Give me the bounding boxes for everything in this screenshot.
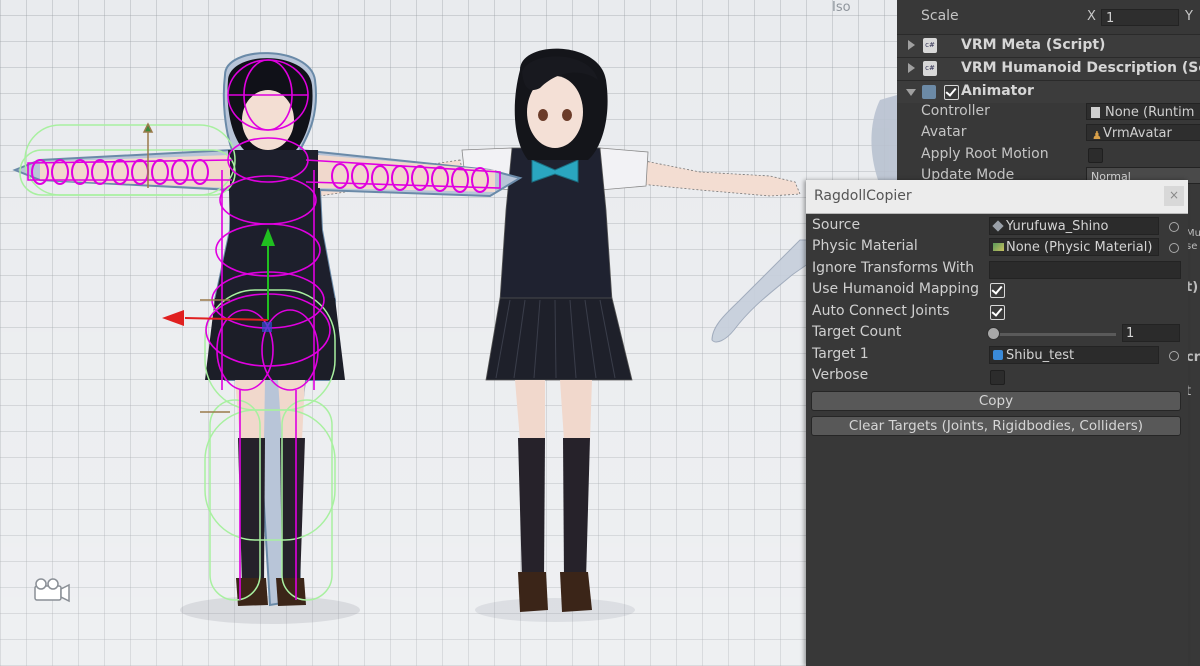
use-humanoid-mapping-label: Use Humanoid Mapping	[812, 281, 979, 297]
scene-canvas	[12, 48, 897, 624]
expand-arrow-icon[interactable]	[908, 40, 915, 50]
scale-label: Scale	[921, 8, 959, 24]
window-titlebar[interactable]: RagdollCopier ×	[806, 180, 1188, 214]
avatar-value: VrmAvatar	[1103, 126, 1172, 141]
controller-label: Controller	[921, 103, 990, 119]
animator-icon	[922, 85, 936, 99]
apply-root-motion-label: Apply Root Motion	[921, 146, 1049, 162]
close-button[interactable]: ×	[1164, 186, 1184, 206]
animator-component[interactable]: Animator	[897, 80, 1200, 103]
copy-button[interactable]: Copy	[811, 391, 1181, 411]
controller-row: Controller None (Runtim	[897, 101, 1200, 123]
script-icon: c#	[923, 38, 937, 53]
apply-root-motion-row: Apply Root Motion	[897, 144, 1200, 166]
source-label: Source	[812, 217, 861, 233]
ignore-transforms-field[interactable]	[989, 261, 1181, 279]
ignore-transforms-label: Ignore Transforms With	[812, 260, 975, 276]
ground-shadow-right	[475, 598, 635, 622]
avatar-row: Avatar ♟ VrmAvatar	[897, 122, 1200, 144]
edge-fragment: cri	[1186, 350, 1200, 365]
scale-y-label: Y	[1185, 9, 1193, 24]
object-picker-icon[interactable]	[1169, 243, 1179, 253]
collapse-arrow-icon[interactable]	[906, 89, 916, 96]
window-title: RagdollCopier	[814, 188, 912, 204]
component-title: VRM Meta (Script)	[961, 37, 1106, 53]
verbose-label: Verbose	[812, 367, 869, 383]
edge-fragment: Mu	[1186, 228, 1200, 239]
ragdoll-copier-window[interactable]: RagdollCopier × Source Yurufuwa_Shino Ph…	[806, 180, 1188, 666]
avatar-label: Avatar	[921, 124, 967, 140]
use-humanoid-mapping-checkbox[interactable]	[990, 283, 1005, 298]
avatar-icon: ♟	[1092, 129, 1102, 141]
physic-material-icon	[993, 243, 1004, 251]
physic-material-field[interactable]: None (Physic Material)	[989, 238, 1159, 256]
target-count-slider-handle[interactable]	[987, 327, 1000, 340]
component-title: Animator	[961, 83, 1034, 99]
gameobject-cube-icon	[993, 350, 1003, 360]
vrm-humanoid-description-component[interactable]: c# VRM Humanoid Description (Scri	[897, 57, 1200, 80]
scale-x-label: X	[1087, 9, 1096, 24]
avatar-field[interactable]: ♟ VrmAvatar	[1086, 124, 1200, 141]
auto-connect-joints-label: Auto Connect Joints	[812, 303, 950, 319]
iso-view-label[interactable]: Iso	[832, 0, 851, 15]
scale-x-field[interactable]: 1	[1101, 9, 1179, 26]
scene-view[interactable]: Iso	[0, 0, 897, 666]
controller-value: None (Runtim	[1105, 105, 1195, 120]
expand-arrow-icon[interactable]	[908, 63, 915, 73]
scene-camera-icon[interactable]	[34, 578, 70, 603]
source-field[interactable]: Yurufuwa_Shino	[989, 217, 1159, 235]
target-count-slider-track[interactable]	[992, 333, 1116, 336]
verbose-checkbox[interactable]	[990, 370, 1005, 385]
physic-material-label: Physic Material	[812, 238, 918, 254]
target-1-label: Target 1	[812, 346, 869, 362]
clear-targets-button[interactable]: Clear Targets (Joints, Rigidbodies, Coll…	[811, 416, 1181, 436]
target-count-field[interactable]: 1	[1122, 324, 1180, 342]
physic-material-value: None (Physic Material)	[1006, 240, 1153, 255]
target-1-field[interactable]: Shibu_test	[989, 346, 1159, 364]
script-icon: c#	[923, 61, 937, 76]
scale-row: Scale X 1 Y	[897, 6, 1200, 28]
target-count-label: Target Count	[812, 324, 902, 340]
target-1-value: Shibu_test	[1006, 348, 1075, 363]
auto-connect-joints-checkbox[interactable]	[990, 305, 1005, 320]
apply-root-motion-checkbox[interactable]	[1088, 148, 1103, 163]
vrm-meta-component[interactable]: c# VRM Meta (Script)	[897, 34, 1200, 57]
controller-field[interactable]: None (Runtim	[1086, 103, 1200, 120]
animator-enabled-checkbox[interactable]	[944, 85, 959, 100]
object-picker-icon[interactable]	[1169, 222, 1179, 232]
character-left[interactable]	[12, 52, 523, 607]
component-title: VRM Humanoid Description (Scri	[961, 60, 1200, 76]
file-icon	[1091, 107, 1100, 118]
prefab-icon	[992, 220, 1004, 232]
source-value: Yurufuwa_Shino	[1006, 219, 1109, 234]
object-picker-icon[interactable]	[1169, 351, 1179, 361]
